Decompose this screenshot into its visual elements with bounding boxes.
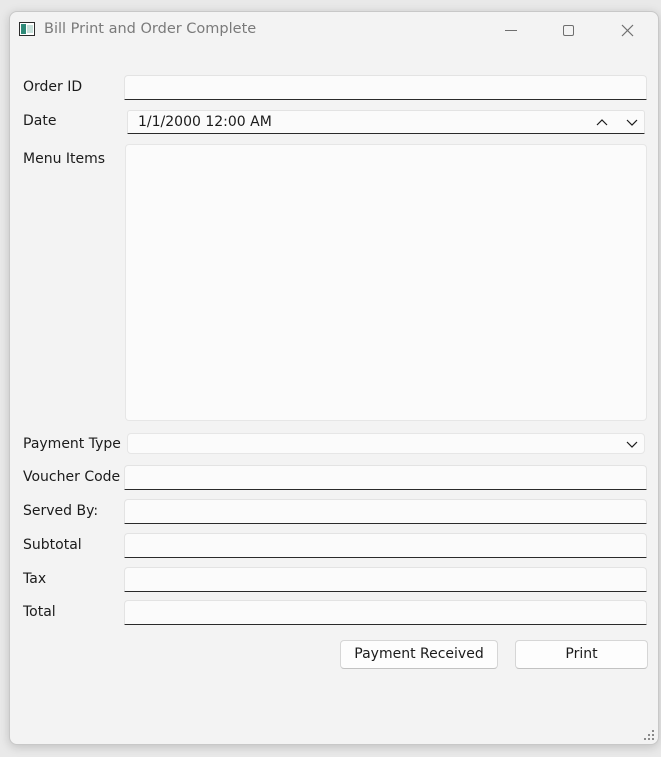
- maximize-icon: [563, 25, 574, 36]
- minimize-icon: [505, 30, 517, 31]
- order-id-label: Order ID: [23, 79, 83, 95]
- chevron-up-icon[interactable]: [591, 113, 613, 131]
- voucher-code-field[interactable]: [124, 465, 647, 490]
- date-value: 1/1/2000 12:00 AM: [138, 114, 272, 130]
- payment-type-dropdown[interactable]: [127, 433, 645, 454]
- subtotal-field[interactable]: [124, 533, 647, 558]
- date-picker[interactable]: 1/1/2000 12:00 AM: [127, 110, 645, 134]
- menu-items-list[interactable]: [125, 144, 647, 421]
- payment-type-label: Payment Type: [23, 436, 121, 452]
- tax-label: Tax: [23, 571, 47, 587]
- menu-items-label: Menu Items: [23, 151, 106, 167]
- maximize-button[interactable]: [546, 12, 592, 50]
- minimize-button[interactable]: [488, 12, 534, 50]
- date-label: Date: [23, 113, 57, 129]
- subtotal-label: Subtotal: [23, 537, 82, 553]
- total-field[interactable]: [124, 600, 647, 625]
- total-label: Total: [23, 604, 56, 620]
- window-title: Bill Print and Order Complete: [44, 21, 257, 37]
- served-by-field[interactable]: [124, 499, 647, 524]
- served-by-label: Served By:: [23, 503, 99, 519]
- voucher-code-label: Voucher Code: [23, 469, 121, 485]
- close-button[interactable]: [604, 12, 650, 50]
- bill-print-window: Bill Print and Order Complete Order ID D…: [9, 11, 659, 745]
- payment-received-button[interactable]: Payment Received: [340, 640, 498, 669]
- resize-grip-icon[interactable]: [642, 728, 656, 742]
- chevron-down-icon: [626, 441, 638, 448]
- tax-field[interactable]: [124, 567, 647, 592]
- title-bar[interactable]: Bill Print and Order Complete: [10, 12, 658, 50]
- order-id-field[interactable]: [124, 75, 647, 100]
- print-button[interactable]: Print: [515, 640, 648, 669]
- chevron-down-icon[interactable]: [621, 113, 643, 131]
- app-window-icon: [19, 22, 35, 36]
- close-icon: [621, 24, 634, 37]
